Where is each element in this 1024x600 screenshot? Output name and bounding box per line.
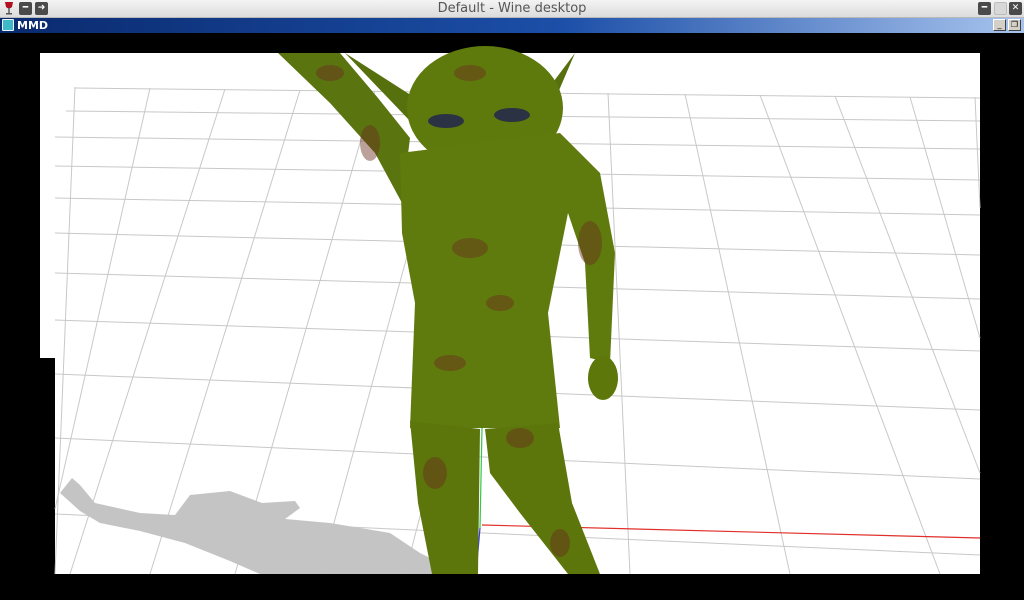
mmd-app-icon[interactable] [2,19,14,31]
scene-canvas[interactable] [0,33,1024,600]
desktop-maximize-button[interactable]: □ [994,2,1007,15]
mmd-window-title: MMD [17,19,49,32]
mmd-minimize-button[interactable]: _ [993,19,1006,31]
minimize-icon: _ [997,20,1002,29]
maximize-icon: □ [996,4,1005,14]
mmd-restore-button[interactable]: ❐ [1008,19,1021,31]
mmd-window-caption: MMD _ ❐ [0,18,1024,33]
desktop-minimize-right-button[interactable]: ━ [978,2,991,15]
minimize-icon: ━ [981,3,988,13]
close-icon: ✕ [1011,3,1020,13]
restore-icon: ❐ [1010,20,1019,29]
desktop-title: Default - Wine desktop [437,1,587,16]
3d-viewport[interactable] [0,33,1024,600]
desktop-close-button[interactable]: ✕ [1009,2,1022,15]
wine-desktop-titlebar: ━ ➜ Default - Wine desktop ━ □ ✕ [0,0,1024,18]
